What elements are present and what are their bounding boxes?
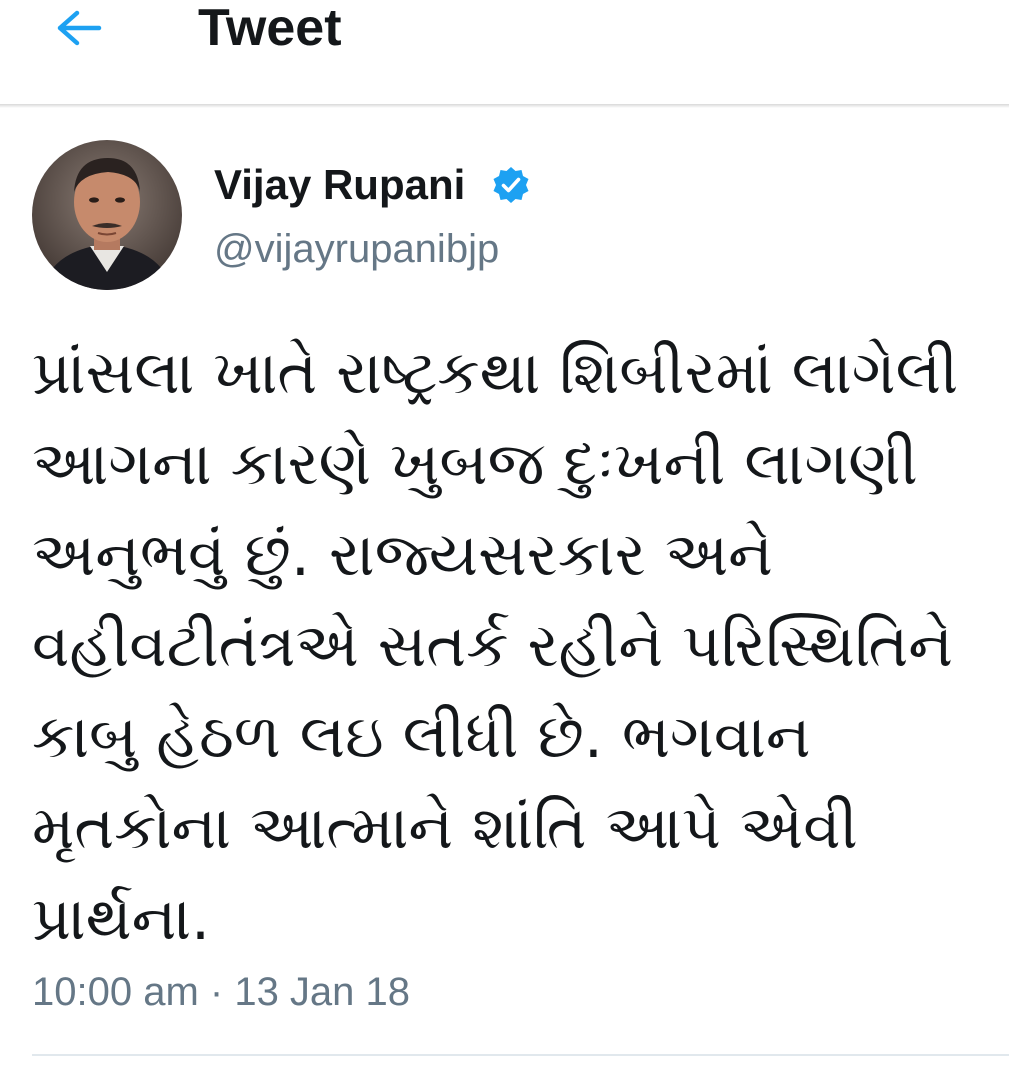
author-name[interactable]: Vijay Rupani (214, 160, 465, 210)
tweet-timestamp: 10:00 am · 13 Jan 18 (32, 970, 411, 1014)
avatar[interactable] (32, 140, 182, 290)
top-bar: Tweet (0, 0, 1009, 104)
header-divider (0, 104, 1009, 108)
profile-photo (32, 140, 182, 290)
author-handle[interactable]: @vijayrupanibjp (214, 224, 499, 274)
back-button[interactable] (44, 2, 112, 54)
verified-badge-icon (493, 167, 529, 203)
tweet-text: પ્રાંસલા ખાતે રાષ્ટ્રકથા શિબીરમાં લાગેલી… (32, 338, 959, 954)
arrow-left-icon (57, 10, 102, 46)
page-title: Tweet (198, 0, 342, 57)
divider (32, 1054, 1009, 1056)
